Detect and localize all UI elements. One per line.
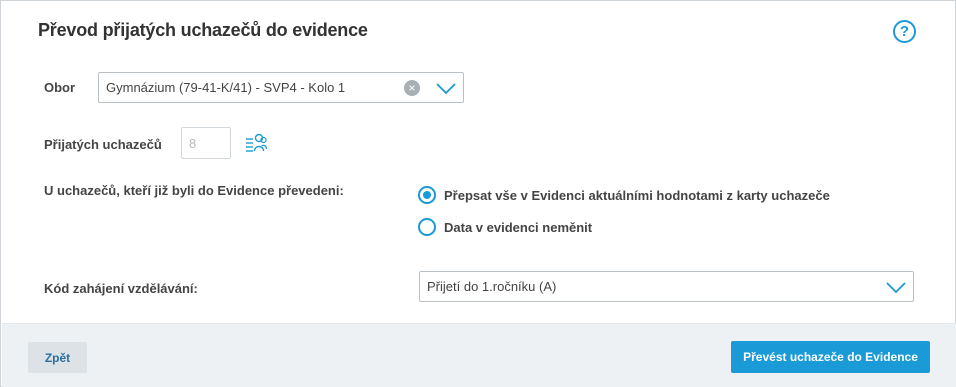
radio-overwrite[interactable]: Přepsat vše v Evidenci aktuálními hodnot… [418, 186, 830, 204]
prijatych-input[interactable]: 8 [181, 127, 231, 159]
obor-select[interactable]: Gymnázium (79-41-K/41) - SVP4 - Kolo 1 × [98, 72, 464, 103]
question-circle-icon[interactable]: ? [893, 20, 916, 43]
clear-icon[interactable]: × [404, 80, 420, 96]
radio-overwrite-label: Přepsat vše v Evidenci aktuálními hodnot… [444, 187, 830, 203]
transfer-dialog: Převod přijatých uchazečů do evidence ? … [0, 0, 956, 387]
already-transferred-label: U uchazečů, kteří již byli do Evidence p… [44, 183, 344, 198]
radio-keep-label: Data v evidenci neměnit [444, 219, 593, 235]
radio-keep[interactable]: Data v evidenci neměnit [418, 218, 592, 236]
kod-select[interactable]: Přijetí do 1.ročníku (A) [419, 271, 914, 302]
chevron-down-icon[interactable] [885, 281, 907, 294]
kod-value: Přijetí do 1.ročníku (A) [427, 279, 557, 294]
transfer-button[interactable]: Převést uchazeče do Evidence [731, 341, 930, 373]
people-list-icon[interactable] [245, 132, 267, 154]
prijatych-label: Přijatých uchazečů [44, 137, 162, 152]
radio-button[interactable] [418, 186, 436, 204]
obor-label: Obor [44, 80, 76, 95]
dialog-title: Převod přijatých uchazečů do evidence [38, 20, 368, 40]
chevron-down-icon[interactable] [435, 82, 457, 95]
radio-selected-dot [423, 191, 431, 199]
kod-label: Kód zahájení vzdělávání: [44, 281, 198, 296]
back-button[interactable]: Zpět [28, 342, 87, 373]
radio-button[interactable] [418, 218, 436, 236]
